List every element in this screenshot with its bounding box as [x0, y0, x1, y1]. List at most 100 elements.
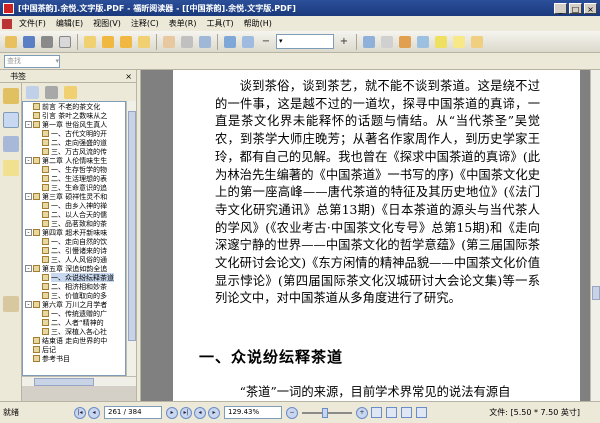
- layers-tab-icon[interactable]: [3, 136, 19, 152]
- zoom-in-button[interactable]: +: [356, 406, 368, 419]
- bookmark-item[interactable]: 三、品茗致和的茶: [23, 219, 125, 228]
- menu-form[interactable]: 表单(R): [164, 18, 202, 29]
- zoom-in-icon[interactable]: +: [336, 34, 352, 50]
- zoom-select[interactable]: ▾: [276, 34, 334, 49]
- menu-view[interactable]: 视图(V): [88, 18, 126, 29]
- single-page-icon[interactable]: [371, 407, 382, 418]
- bookmark-item[interactable]: - 第三章 硕祥性灵不和: [23, 192, 125, 201]
- bookmark-item[interactable]: 一、众说纷纭释茶道: [23, 273, 125, 282]
- last-page-button[interactable]: ▸|: [180, 406, 192, 419]
- bookmark-item[interactable]: 二、生活理想的表: [23, 174, 125, 183]
- bookmark-item[interactable]: 三、万古风流的传: [23, 147, 125, 156]
- snapshot-icon[interactable]: [197, 34, 213, 50]
- fit-page-icon[interactable]: [240, 34, 256, 50]
- zoom-out-icon[interactable]: −: [258, 34, 274, 50]
- bookmark-item[interactable]: 后记: [23, 345, 125, 354]
- continuous-page-icon[interactable]: [386, 407, 397, 418]
- maximize-button[interactable]: □: [569, 2, 582, 14]
- collapse-toggle-icon[interactable]: -: [25, 229, 32, 236]
- forward-button[interactable]: ▸: [208, 406, 220, 419]
- next-page-icon[interactable]: [118, 34, 134, 50]
- bookmark-item[interactable]: 二、人者“精神的: [23, 318, 125, 327]
- close-button[interactable]: ×: [584, 2, 597, 14]
- collapse-toggle-icon[interactable]: -: [25, 157, 32, 164]
- bookmark-item[interactable]: 二、走向强盛的道: [23, 138, 125, 147]
- pages-tab-icon[interactable]: [3, 112, 19, 128]
- bookmark-vertical-scrollbar[interactable]: [126, 101, 136, 376]
- document-menu-icon[interactable]: [2, 18, 12, 29]
- bookmark-item[interactable]: 三、深植入各心社: [23, 327, 125, 336]
- email-icon[interactable]: [57, 34, 73, 50]
- open-icon[interactable]: [3, 34, 19, 50]
- bookmark-item[interactable]: 一、由乡入神的禅: [23, 201, 125, 210]
- bookmark-item[interactable]: 三、人人风俗的通: [23, 255, 125, 264]
- new-bookmark-icon[interactable]: [64, 85, 77, 99]
- zoom-slider-handle[interactable]: [322, 407, 328, 418]
- link-icon[interactable]: [415, 34, 431, 50]
- menu-file[interactable]: 文件(F): [14, 18, 51, 29]
- bookmark-item[interactable]: 二、相济相和妙茶: [23, 282, 125, 291]
- collapse-toggle-icon[interactable]: -: [25, 301, 32, 308]
- rotate-icon[interactable]: [361, 34, 377, 50]
- scrollbar-thumb[interactable]: [34, 378, 94, 386]
- bookmark-item[interactable]: 一、走向自然的饮: [23, 237, 125, 246]
- bookmark-item[interactable]: - 第一章 世俗风生真人: [23, 120, 125, 129]
- scrollbar-thumb[interactable]: [128, 111, 136, 341]
- back-button[interactable]: ◂: [194, 406, 206, 419]
- menu-edit[interactable]: 编辑(E): [51, 18, 88, 29]
- bookmark-item[interactable]: 一、古代文明的开: [23, 129, 125, 138]
- hand-tool-icon[interactable]: [161, 34, 177, 50]
- bookmark-item[interactable]: 前言 不老的茶文化: [23, 102, 125, 111]
- bookmark-item[interactable]: 一、生存哲学的物: [23, 165, 125, 174]
- menu-comment[interactable]: 注释(C): [126, 18, 164, 29]
- select-text-icon[interactable]: [179, 34, 195, 50]
- menu-tools[interactable]: 工具(T): [202, 18, 239, 29]
- menu-help[interactable]: 帮助(H): [239, 18, 277, 29]
- typewriter-icon[interactable]: [379, 34, 395, 50]
- prev-page-icon[interactable]: [100, 34, 116, 50]
- first-page-button[interactable]: |◂: [74, 406, 86, 419]
- zoom-out-button[interactable]: −: [286, 406, 298, 419]
- bookmark-item[interactable]: - 第五章 深追如韵全追: [23, 264, 125, 273]
- next-page-button[interactable]: ▸: [166, 406, 178, 419]
- bookmark-item[interactable]: 结束语 走向世界的中: [23, 336, 125, 345]
- comment-icon[interactable]: [469, 34, 485, 50]
- zoom-slider[interactable]: [302, 407, 352, 418]
- bookmark-item[interactable]: 引言 茶叶之数味从之: [23, 111, 125, 120]
- collapse-toggle-icon[interactable]: -: [25, 265, 32, 272]
- prev-page-button[interactable]: ◂: [88, 406, 100, 419]
- pencil-icon[interactable]: [397, 34, 413, 50]
- facing-page-icon[interactable]: [401, 407, 412, 418]
- scrollbar-thumb[interactable]: [592, 286, 600, 300]
- bookmarks-tab-icon[interactable]: [3, 88, 19, 104]
- last-page-icon[interactable]: [136, 34, 152, 50]
- save-icon[interactable]: [21, 34, 37, 50]
- bookmark-item[interactable]: - 第二章 人伦情味生生: [23, 156, 125, 165]
- continuous-facing-icon[interactable]: [416, 407, 427, 418]
- bookmark-item[interactable]: 二、以人合天的儒: [23, 210, 125, 219]
- bookmark-item[interactable]: 参考书目: [23, 354, 125, 363]
- expand-bookmark-icon[interactable]: [26, 85, 39, 99]
- attachments-tab-icon[interactable]: [3, 296, 19, 312]
- bookmark-horizontal-scrollbar[interactable]: [22, 376, 136, 386]
- close-icon[interactable]: ×: [125, 72, 132, 81]
- zoom-field[interactable]: 129.43%: [224, 406, 282, 419]
- bookmark-item[interactable]: 三、生命意识的追: [23, 183, 125, 192]
- delete-bookmark-icon[interactable]: [45, 85, 58, 99]
- bookmark-item[interactable]: 二、引慢诸来的诗: [23, 246, 125, 255]
- bookmark-item[interactable]: - 第六章 万川之月学者: [23, 300, 125, 309]
- chevron-down-icon[interactable]: ▾: [55, 56, 59, 67]
- minimize-button[interactable]: _: [554, 2, 567, 14]
- bookmark-item[interactable]: - 第四章 超术开新味味: [23, 228, 125, 237]
- page-number-field[interactable]: 261 / 384: [104, 406, 162, 419]
- actual-size-icon[interactable]: [222, 34, 238, 50]
- bookmark-item[interactable]: 一、传统遗赠的广: [23, 309, 125, 318]
- first-page-icon[interactable]: [82, 34, 98, 50]
- print-icon[interactable]: [39, 34, 55, 50]
- highlight-icon[interactable]: [433, 34, 449, 50]
- collapse-toggle-icon[interactable]: -: [25, 193, 32, 200]
- collapse-toggle-icon[interactable]: -: [25, 121, 32, 128]
- comments-tab-icon[interactable]: [3, 160, 19, 176]
- note-icon[interactable]: [451, 34, 467, 50]
- find-input[interactable]: 查找 ▾: [4, 54, 60, 68]
